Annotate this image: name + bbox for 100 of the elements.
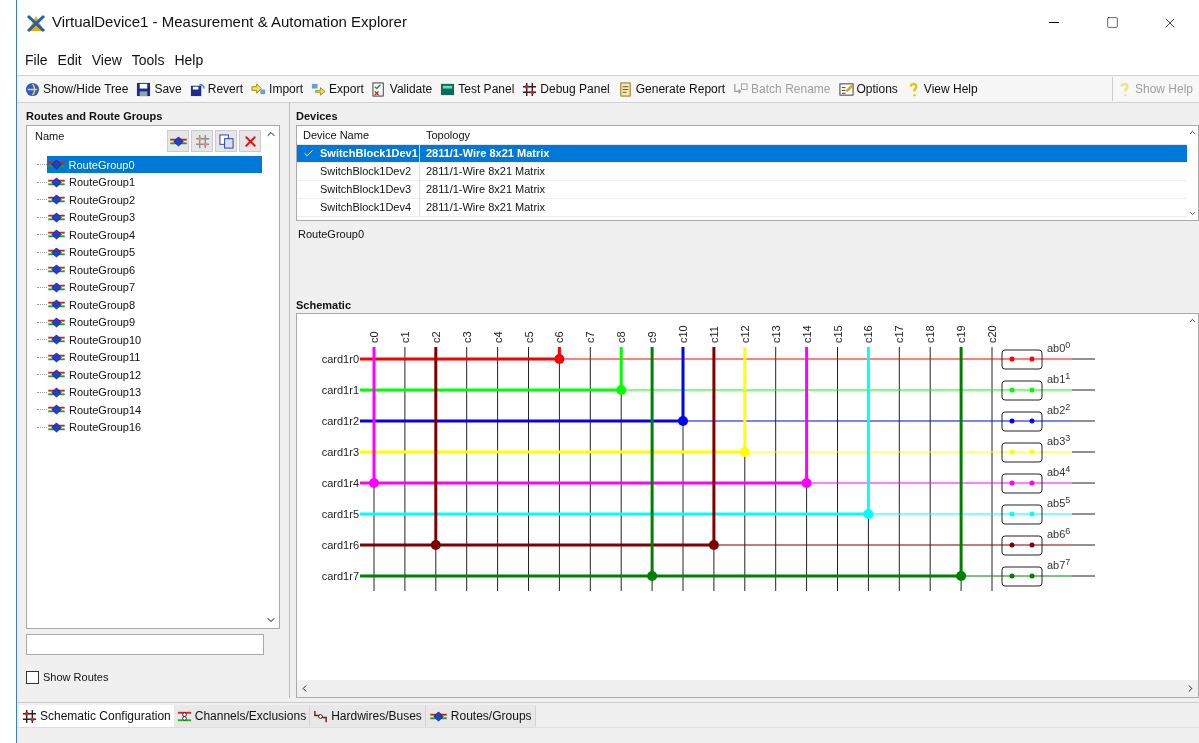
horizontal-scrollbar[interactable]: [297, 680, 1198, 697]
crosspoint[interactable]: [430, 540, 441, 551]
column-label: c20: [986, 325, 998, 344]
column-header: Name: [35, 129, 65, 144]
column-label: c15: [831, 325, 844, 344]
toolbar-button[interactable]: Save: [132, 77, 186, 101]
tree-item[interactable]: RouteGroup3: [47, 208, 140, 226]
scroll-up-icon: [1188, 128, 1197, 137]
tree-item[interactable]: RouteGroup0: [46, 156, 262, 174]
column-header: Topology: [425, 127, 471, 143]
crosspoint[interactable]: [708, 540, 719, 551]
options-icon: [838, 81, 854, 97]
bus-connector: [1001, 411, 1043, 432]
column-header: Device Name: [302, 127, 371, 143]
route-icon: [47, 369, 66, 381]
input-field[interactable]: [26, 634, 264, 655]
tab[interactable]: Channels/Exclusions: [173, 705, 311, 727]
column-label: c0: [368, 331, 380, 344]
column-label: c11: [707, 326, 720, 344]
window-title: VirtualDevice1 - Measurement & Automation Explorer: [52, 12, 407, 33]
bus-connector: [1001, 380, 1043, 401]
tab[interactable]: Schematic Configuration: [19, 705, 174, 727]
device-row[interactable]: SwitchBlock1Dev4 2811/1-Wire 8x21 Matrix: [297, 199, 1187, 217]
column-label: c12: [738, 325, 751, 344]
toolbar-button[interactable]: Options: [834, 77, 902, 101]
crosspoint[interactable]: [678, 416, 688, 427]
tree-item[interactable]: RouteGroup7: [47, 278, 140, 296]
new-route-button[interactable]: [167, 130, 189, 152]
show-routes-checkbox[interactable]: Show Routes: [26, 669, 280, 686]
toolbar-button[interactable]: Validate: [367, 77, 437, 101]
tree-item[interactable]: RouteGroup8: [47, 296, 140, 314]
row-label: card1r6: [321, 539, 359, 552]
bus-connector: [1001, 473, 1043, 494]
crosspoint[interactable]: [647, 571, 658, 582]
device-row[interactable]: SwitchBlock1Dev2 2811/1-Wire 8x21 Matrix: [297, 163, 1187, 181]
bus-label: ab3$^{3}$: [1047, 435, 1071, 448]
bus-connector: [1001, 535, 1043, 556]
toolbar-button[interactable]: Import: [247, 77, 308, 101]
column-label: c1: [398, 331, 411, 344]
menu-item[interactable]: File: [21, 49, 52, 71]
toolbar-button[interactable]: View Help: [901, 77, 982, 101]
tree-item[interactable]: RouteGroup14: [47, 401, 146, 419]
delete-button[interactable]: [239, 130, 261, 152]
checklist-icon: [371, 81, 387, 97]
route-icon: [47, 351, 66, 363]
tree-item[interactable]: RouteGroup4: [47, 226, 140, 244]
row-label: card1r1: [321, 384, 359, 397]
column-label: c6: [553, 331, 566, 344]
tree-item[interactable]: RouteGroup12: [47, 366, 146, 384]
route-icon: [47, 281, 66, 293]
globe-icon: [25, 81, 40, 97]
column-label: c19: [955, 325, 968, 344]
device-row[interactable]: SwitchBlock1Dev1 2811/1-Wire 8x21 Matrix: [297, 145, 1187, 163]
menu-item[interactable]: Tools: [127, 49, 169, 71]
tree-item[interactable]: RouteGroup13: [47, 383, 146, 401]
tab[interactable]: Hardwires/Buses: [310, 705, 426, 727]
row-label: card1r2: [321, 415, 359, 428]
panel-title: Schematic: [296, 298, 353, 314]
column-label: c9: [646, 331, 659, 344]
toolbar-button[interactable]: Test Panel: [436, 77, 519, 101]
table-cell-text: 2811/1-Wire 8x21 Matrix: [425, 200, 545, 216]
tree-item[interactable]: RouteGroup1: [47, 173, 140, 191]
tab[interactable]: Routes/Groups: [425, 705, 536, 727]
grid-icon: [194, 133, 210, 149]
tree-item[interactable]: RouteGroup16: [47, 418, 146, 436]
bus-label: ab7$^{7}$: [1047, 559, 1071, 572]
tree-item[interactable]: RouteGroup9: [47, 313, 140, 331]
menu-item[interactable]: Help: [170, 49, 208, 71]
panel-icon: [440, 81, 456, 97]
group-label: RouteGroup0: [298, 226, 366, 242]
bus-label: ab1$^{1}$: [1047, 373, 1071, 386]
maximize-icon: [1105, 16, 1119, 29]
bus-connector: [1001, 349, 1043, 370]
device-row[interactable]: SwitchBlock1Dev3 2811/1-Wire 8x21 Matrix: [297, 181, 1187, 199]
crosspoint[interactable]: [956, 571, 967, 582]
toolbar-button[interactable]: Generate Report: [613, 77, 730, 101]
toolbar-button[interactable]: Revert: [185, 77, 248, 101]
floppy-disk-icon: [189, 81, 205, 97]
bus-label: ab4$^{4}$: [1047, 466, 1071, 479]
tree-item[interactable]: RouteGroup6: [47, 261, 140, 279]
route-icon: [47, 246, 66, 258]
toolbar-button[interactable]: Debug Panel: [518, 77, 614, 101]
column-label: c17: [893, 325, 906, 344]
export-icon: [311, 81, 327, 97]
column-label: c4: [491, 331, 504, 344]
route-icon: [47, 316, 66, 328]
column-label: c8: [615, 331, 628, 344]
table-cell: SwitchBlock1Dev3: [319, 181, 420, 198]
column-label: c3: [460, 331, 473, 344]
tree-item[interactable]: RouteGroup2: [47, 191, 140, 209]
copy-button[interactable]: [215, 130, 237, 152]
tree-item[interactable]: RouteGroup11: [47, 348, 145, 366]
menu-item[interactable]: View: [87, 49, 126, 71]
tree-item[interactable]: RouteGroup10: [47, 331, 146, 349]
tree-item[interactable]: RouteGroup5: [47, 243, 140, 261]
toolbar-button[interactable]: Show/Hide Tree: [21, 77, 133, 101]
toolbar-button[interactable]: Export: [307, 77, 368, 101]
menu-item[interactable]: Edit: [53, 49, 86, 71]
column-label: c10: [677, 325, 689, 344]
route-icon: [47, 229, 66, 241]
